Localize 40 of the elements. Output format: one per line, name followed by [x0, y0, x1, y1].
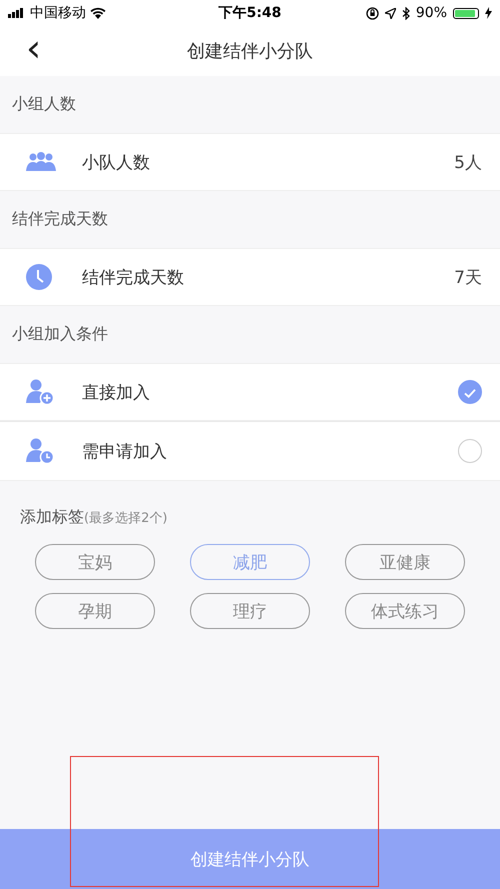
radio-button[interactable] [458, 380, 482, 404]
row-label: 需申请加入 [82, 440, 168, 462]
row-label: 结伴完成天数 [82, 266, 185, 288]
tag-chip[interactable]: 孕期 [35, 593, 155, 629]
tag-chip[interactable]: 体式练习 [345, 593, 465, 629]
back-button[interactable]: ‹ [20, 30, 48, 66]
page-title: 创建结伴小分队 [187, 40, 313, 63]
user-plus-icon [26, 379, 54, 405]
tags-hint: (最多选择2个) [84, 510, 168, 527]
location-icon [384, 8, 396, 18]
tag-chip[interactable]: 理疗 [190, 593, 310, 629]
list-row[interactable]: 小队人数 5人 [0, 133, 500, 191]
user-clock-icon [26, 438, 54, 464]
row-value: 5人 [454, 152, 482, 174]
row-label: 直接加入 [82, 382, 151, 404]
list-row[interactable]: 直接加入 [0, 363, 500, 421]
radio-button[interactable] [458, 439, 482, 463]
create-button[interactable]: 创建结伴小分队 [0, 829, 500, 889]
tag-chip[interactable]: 亚健康 [345, 544, 465, 580]
row-label: 小队人数 [82, 152, 151, 174]
charging-icon [485, 7, 492, 19]
rotation-lock-icon [366, 6, 379, 20]
wifi-icon [90, 7, 106, 19]
list-row[interactable]: 结伴完成天数 7天 [0, 248, 500, 306]
section-header: 小组加入条件 [11, 323, 109, 345]
list-row[interactable]: 需申请加入 [0, 421, 500, 481]
bluetooth-icon [402, 6, 410, 20]
tags-title: 添加标签 [20, 507, 84, 528]
group-icon [26, 152, 56, 172]
tag-chip[interactable]: 减肥 [190, 544, 310, 580]
carrier-name: 中国移动 [30, 4, 86, 22]
battery-icon [453, 8, 479, 18]
clock-icon [26, 264, 52, 290]
tag-chip[interactable]: 宝妈 [35, 544, 155, 580]
section-header: 小组人数 [11, 93, 77, 115]
signal-icon [8, 8, 26, 18]
status-time: 下午5:48 [218, 4, 282, 22]
section-header: 结伴完成天数 [11, 208, 109, 230]
battery-percent: 90% [416, 5, 447, 21]
row-value: 7天 [454, 266, 482, 288]
